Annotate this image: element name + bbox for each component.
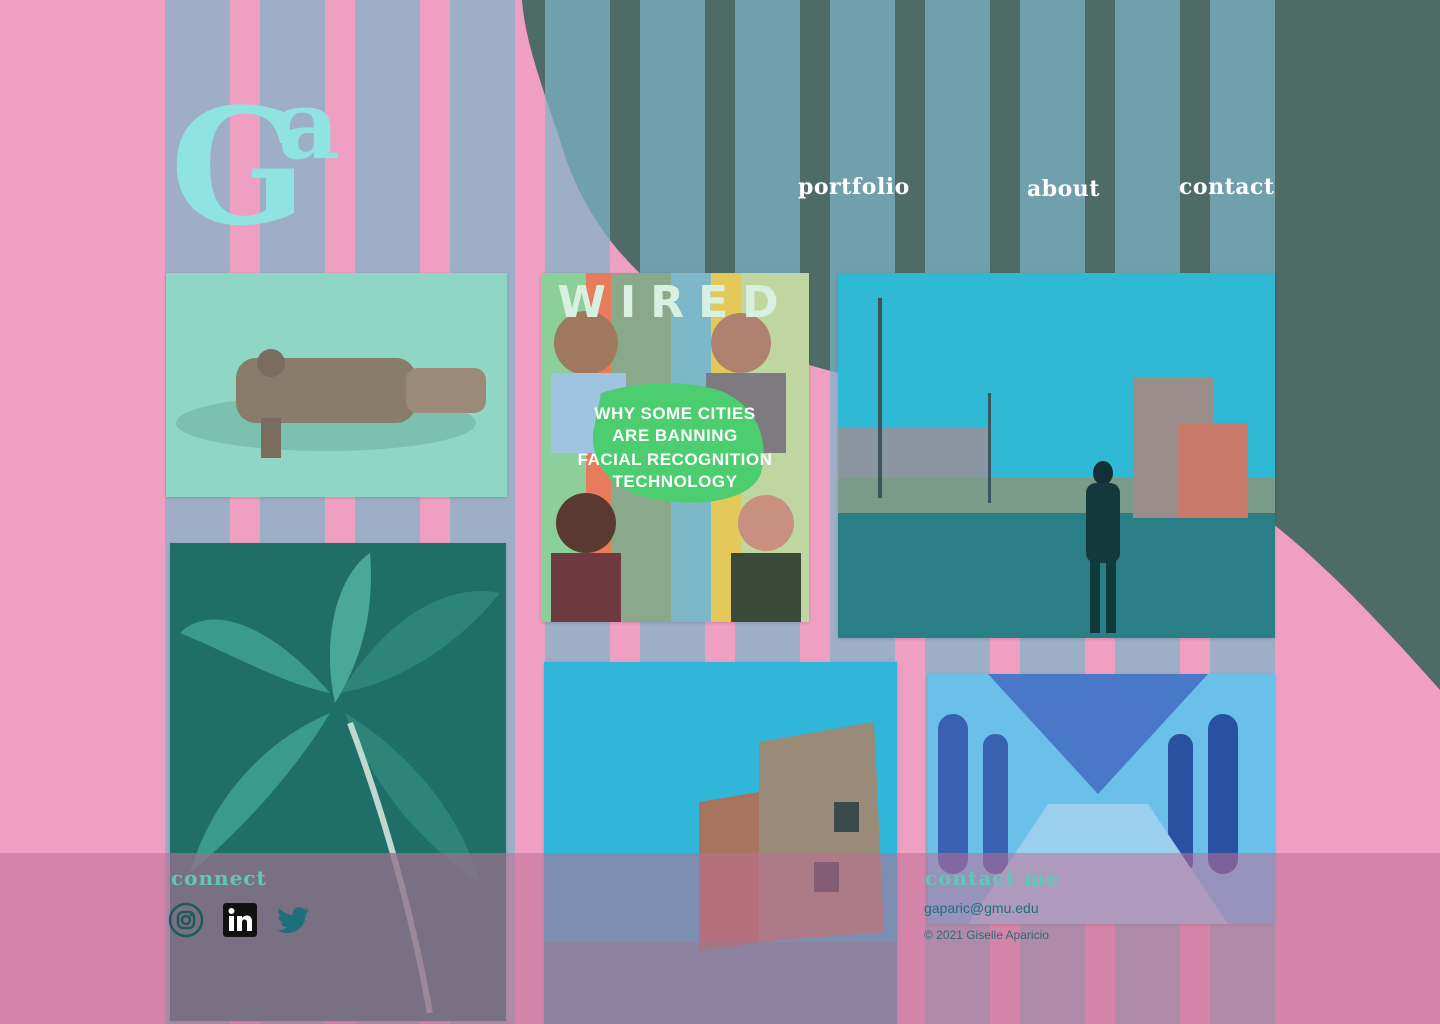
twitter-icon[interactable] [276,902,312,938]
portfolio-tile-wired-cover[interactable]: WIRED WHY SOME CITIES ARE BANNING FACIAL… [541,273,809,622]
nav-contact[interactable]: contact [1179,174,1275,200]
portfolio-tile-person-walking[interactable] [838,273,1275,638]
wired-headline-line-1: WHY SOME CITIES [594,404,756,423]
person-walking-image [838,273,1275,638]
svg-text:a: a [278,88,340,181]
metal-object-image [166,273,507,497]
linkedin-icon[interactable] [222,902,258,938]
nav-portfolio[interactable]: portfolio [798,174,910,200]
email-link[interactable]: gaparic@gmu.edu [924,900,1039,916]
contact-me-heading: contact me [925,866,1060,890]
wired-headline-line-3: FACIAL RECOGNITION [577,450,773,469]
wired-masthead: WIRED [557,277,793,328]
wired-headline-line-4: TECHNOLOGY [612,472,738,491]
connect-heading: connect [171,866,267,890]
instagram-icon[interactable] [168,902,204,938]
ga-logo[interactable]: G a [170,88,370,233]
wired-headline-line-2: ARE BANNING [612,426,738,445]
nav-about[interactable]: about [1027,176,1100,202]
portfolio-tile-metal-object[interactable] [166,273,507,497]
copyright-text: © 2021 Giselle Aparicio [924,928,1049,942]
